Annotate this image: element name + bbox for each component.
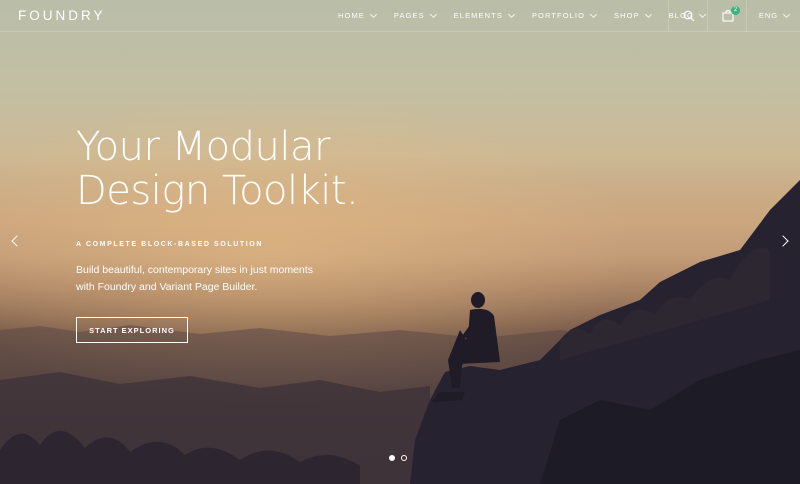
- nav-item-label: SHOP: [614, 11, 640, 20]
- slider-dot-1[interactable]: [389, 455, 395, 461]
- hero-title: Your Modular Design Toolkit.: [76, 125, 456, 213]
- main-menu: HOME PAGES ELEMENTS PORTFOLIO SHOP BLOG: [338, 0, 723, 31]
- hero-eyebrow: A COMPLETE BLOCK-BASED SOLUTION: [76, 241, 264, 248]
- hero-section: FOUNDRY HOME PAGES ELEMENTS PORTFOLIO SH…: [0, 0, 800, 484]
- nav-item-label: PORTFOLIO: [531, 11, 586, 20]
- nav-item-pages[interactable]: PAGES: [393, 10, 437, 20]
- chevron-left-icon: [11, 235, 23, 247]
- slider-prev-button[interactable]: [8, 234, 23, 248]
- hero-title-line: Design Toolkit.: [76, 168, 359, 214]
- chevron-down-icon: [507, 10, 515, 18]
- slider-dot-2[interactable]: [401, 455, 407, 461]
- top-navigation: FOUNDRY HOME PAGES ELEMENTS PORTFOLIO SH…: [0, 0, 800, 32]
- chevron-down-icon: [644, 10, 652, 18]
- brand-logo[interactable]: FOUNDRY: [18, 8, 106, 23]
- nav-item-home[interactable]: HOME: [338, 10, 377, 20]
- hero-description: Build beautiful, contemporary sites in j…: [76, 262, 336, 296]
- nav-item-portfolio[interactable]: PORTFOLIO: [531, 10, 598, 20]
- chevron-down-icon: [369, 10, 377, 18]
- chevron-right-icon: [777, 235, 789, 247]
- hero-description-line: Build beautiful, contemporary sites in j…: [76, 264, 313, 276]
- language-selector[interactable]: ENG: [746, 0, 800, 31]
- search-icon: [683, 10, 694, 21]
- hero-description-line: with Foundry and Variant Page Builder.: [76, 281, 258, 293]
- nav-item-label: ELEMENTS: [453, 11, 503, 20]
- chevron-down-icon: [783, 10, 791, 18]
- chevron-down-icon: [590, 10, 598, 18]
- search-button[interactable]: [668, 0, 708, 31]
- nav-item-shop[interactable]: SHOP: [614, 10, 652, 20]
- cart-button[interactable]: 2: [707, 0, 747, 31]
- nav-item-label: PAGES: [393, 11, 425, 20]
- hero-title-line: Your Modular: [76, 124, 330, 170]
- language-label: ENG: [758, 11, 779, 20]
- nav-item-label: HOME: [338, 11, 365, 20]
- slider-pagination: [389, 455, 407, 461]
- chevron-down-icon: [429, 10, 437, 18]
- nav-item-elements[interactable]: ELEMENTS: [453, 10, 515, 20]
- slider-next-button[interactable]: [777, 234, 792, 248]
- start-exploring-button[interactable]: START EXPLORING: [76, 317, 188, 343]
- cart-count-badge: 2: [731, 6, 740, 15]
